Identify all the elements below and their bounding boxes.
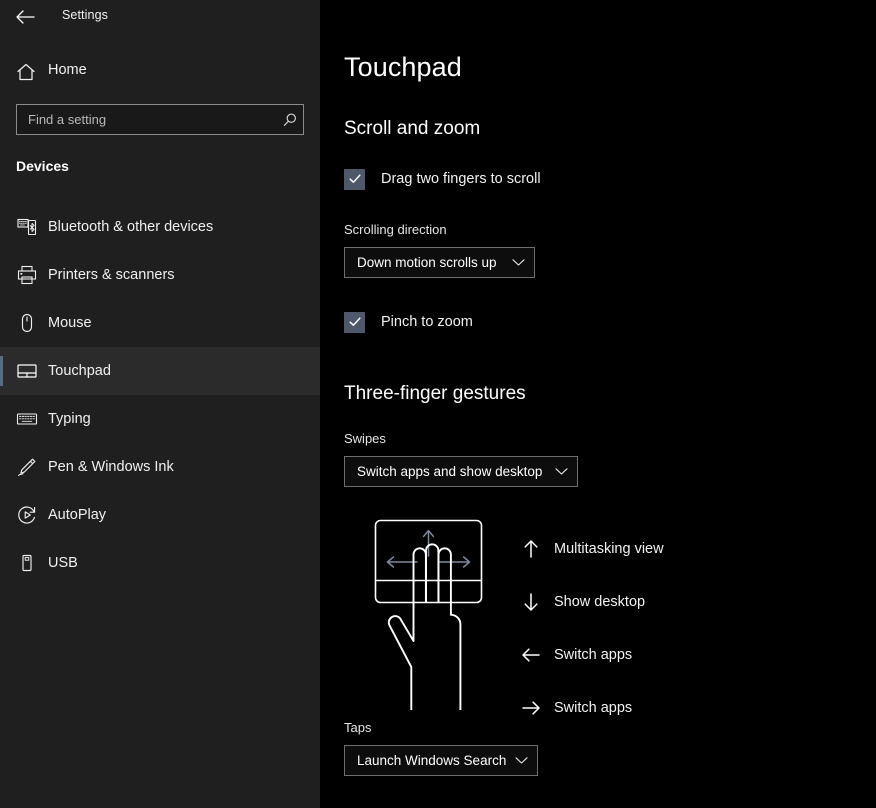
- printer-icon: [16, 264, 38, 286]
- section-heading-three-finger-gestures: Three-finger gestures: [344, 383, 526, 404]
- sidebar-item-mouse[interactable]: Mouse: [0, 299, 320, 347]
- three-finger-touchpad-hand-illustration: [370, 510, 510, 711]
- chevron-down-icon: [512, 258, 525, 267]
- arrow-down-icon: [518, 589, 544, 615]
- sidebar-item-autoplay-label: AutoPlay: [48, 507, 107, 523]
- sidebar-group-title: Devices: [16, 158, 69, 174]
- home-icon: [15, 61, 37, 83]
- legend-label-right: Switch apps: [554, 699, 633, 716]
- swipes-dropdown[interactable]: Switch apps and show desktop: [344, 456, 578, 487]
- legend-row-up: Multitasking view: [518, 522, 768, 575]
- legend-label-left: Switch apps: [554, 646, 633, 663]
- taps-value: Launch Windows Search: [357, 753, 507, 768]
- taps-dropdown[interactable]: Launch Windows Search: [344, 745, 538, 776]
- sidebar-item-printers-label: Printers & scanners: [48, 267, 175, 283]
- taps-label: Taps: [344, 720, 372, 735]
- bluetooth-devices-icon: [16, 216, 38, 238]
- swipes-value: Switch apps and show desktop: [357, 464, 543, 479]
- gesture-legend: Multitasking view Show desktop Switch ap…: [518, 522, 768, 734]
- sidebar-home-label: Home: [48, 62, 87, 78]
- drag-two-fingers-checkbox[interactable]: [344, 168, 365, 190]
- sidebar-item-autoplay[interactable]: AutoPlay: [0, 491, 320, 539]
- back-arrow-icon: [16, 10, 35, 24]
- keyboard-icon: [16, 408, 38, 430]
- page-title: Touchpad: [344, 52, 462, 82]
- scrolling-direction-value: Down motion scrolls up: [357, 255, 497, 270]
- arrow-left-icon: [518, 642, 544, 668]
- legend-row-left: Switch apps: [518, 628, 768, 681]
- search-box[interactable]: [16, 104, 304, 135]
- mouse-icon: [16, 312, 38, 334]
- sidebar-item-bluetooth[interactable]: Bluetooth & other devices: [0, 203, 320, 251]
- sidebar-item-typing-label: Typing: [48, 411, 91, 427]
- sidebar-item-pen[interactable]: Pen & Windows Ink: [0, 443, 320, 491]
- section-heading-scroll-and-zoom: Scroll and zoom: [344, 118, 481, 139]
- checkmark-icon: [348, 317, 361, 326]
- sidebar-item-typing[interactable]: Typing: [0, 395, 320, 443]
- checkmark-icon: [348, 174, 361, 183]
- search-input[interactable]: [17, 105, 277, 134]
- arrow-right-icon: [518, 695, 544, 721]
- pinch-to-zoom-label: Pinch to zoom: [381, 314, 473, 330]
- swipes-label: Swipes: [344, 431, 386, 446]
- sidebar-nav: Bluetooth & other devices Printers & sca…: [0, 203, 320, 587]
- legend-row-right: Switch apps: [518, 681, 768, 734]
- sidebar-item-pen-label: Pen & Windows Ink: [48, 459, 174, 475]
- pinch-to-zoom-checkbox-row[interactable]: Pinch to zoom: [344, 311, 473, 333]
- search-icon[interactable]: [277, 105, 303, 134]
- pinch-to-zoom-checkbox[interactable]: [344, 311, 365, 333]
- chevron-down-icon: [515, 756, 528, 765]
- drag-two-fingers-label: Drag two fingers to scroll: [381, 171, 541, 187]
- sidebar-item-mouse-label: Mouse: [48, 315, 92, 331]
- sidebar-item-bluetooth-label: Bluetooth & other devices: [48, 219, 214, 235]
- sidebar-item-home[interactable]: Home: [0, 58, 320, 88]
- sidebar-item-printers[interactable]: Printers & scanners: [0, 251, 320, 299]
- sidebar-item-usb-label: USB: [48, 555, 78, 571]
- touchpad-icon: [16, 360, 38, 382]
- back-button[interactable]: [10, 4, 40, 30]
- autoplay-icon: [16, 504, 38, 526]
- scrolling-direction-dropdown[interactable]: Down motion scrolls up: [344, 247, 535, 278]
- sidebar-item-usb[interactable]: USB: [0, 539, 320, 587]
- main-content: Touchpad Scroll and zoom Drag two finger…: [320, 0, 876, 808]
- usb-icon: [16, 552, 38, 574]
- settings-window: Settings Home Devices: [0, 0, 876, 808]
- arrow-up-icon: [518, 536, 544, 562]
- pen-icon: [16, 456, 38, 478]
- sidebar-item-touchpad[interactable]: Touchpad: [0, 347, 320, 395]
- sidebar: Settings Home Devices: [0, 0, 320, 808]
- sidebar-item-touchpad-label: Touchpad: [48, 363, 111, 379]
- chevron-down-icon: [555, 467, 568, 476]
- app-title: Settings: [62, 8, 108, 22]
- title-bar: Settings: [0, 0, 320, 32]
- legend-label-up: Multitasking view: [554, 540, 664, 557]
- legend-label-down: Show desktop: [554, 593, 646, 610]
- scrolling-direction-label: Scrolling direction: [344, 222, 447, 237]
- legend-row-down: Show desktop: [518, 575, 768, 628]
- drag-two-fingers-checkbox-row[interactable]: Drag two fingers to scroll: [344, 168, 541, 190]
